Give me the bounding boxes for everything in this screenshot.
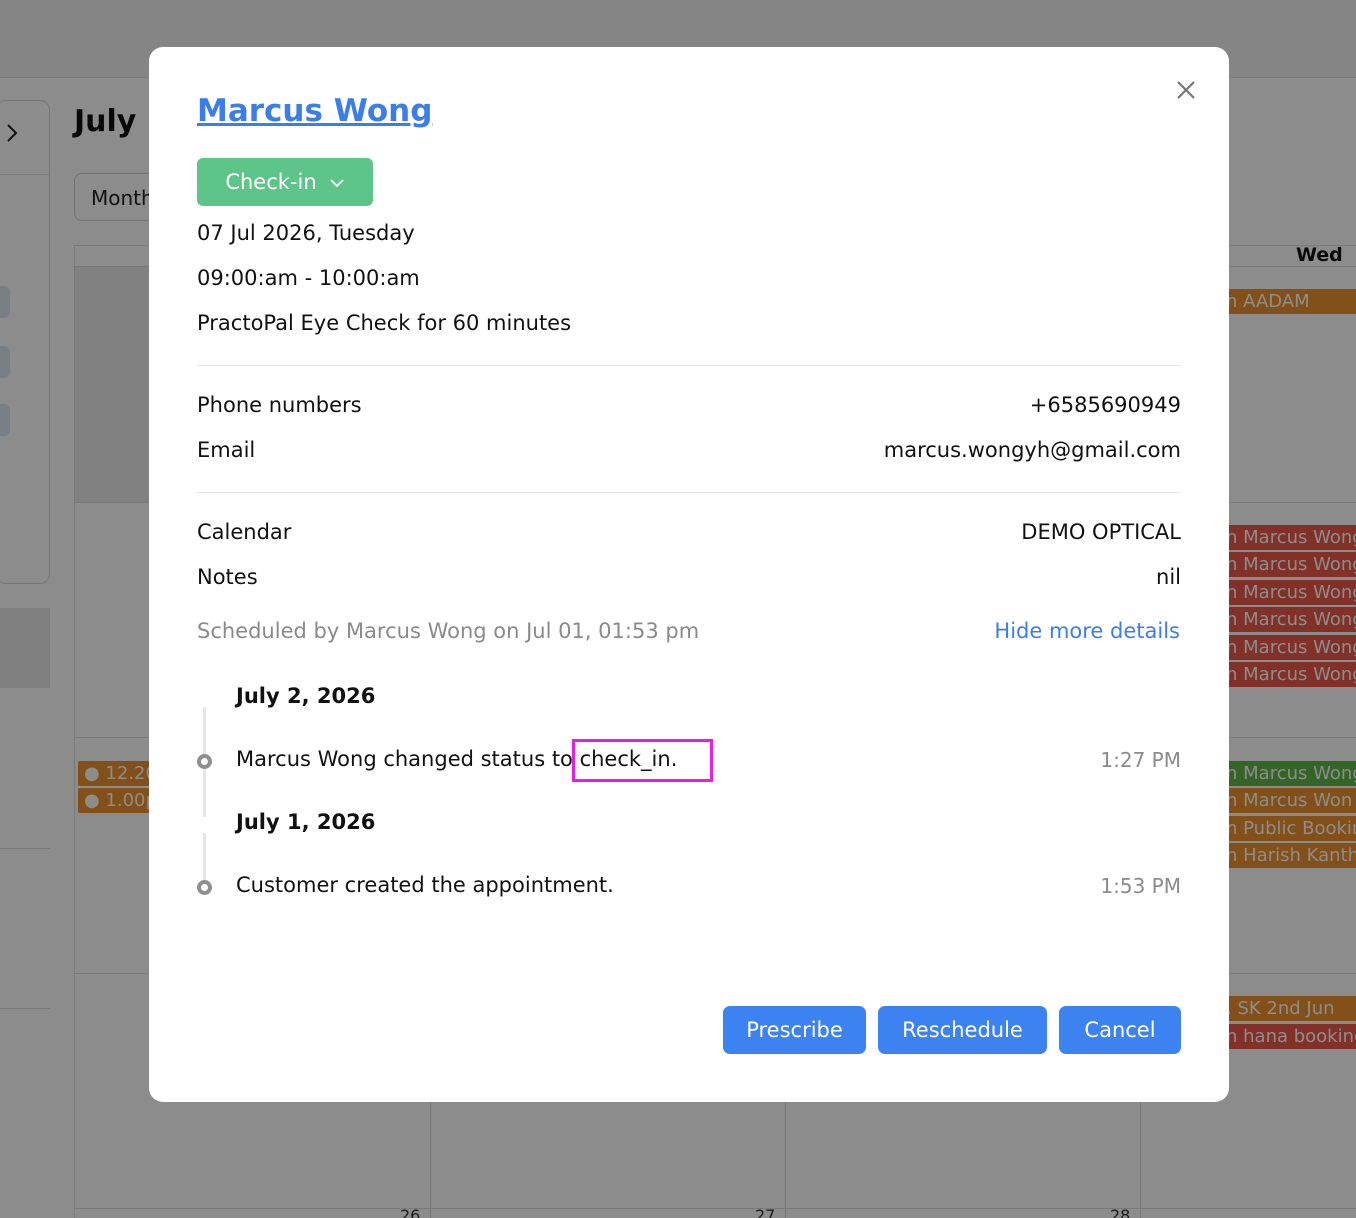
appointment-date: 07 Jul 2026, Tuesday bbox=[197, 221, 415, 245]
scheduled-by-text: Scheduled by Marcus Wong on Jul 01, 01:5… bbox=[197, 619, 700, 643]
calendar-value: DEMO OPTICAL bbox=[1021, 520, 1181, 544]
calendar-label: Calendar bbox=[197, 520, 292, 544]
status-dropdown-button[interactable]: Check-in bbox=[197, 158, 373, 206]
appointment-time: 09:00:am - 10:00:am bbox=[197, 266, 420, 290]
timeline-dot bbox=[197, 754, 212, 769]
timeline-date: July 1, 2026 bbox=[236, 810, 376, 834]
notes-value: nil bbox=[1156, 565, 1181, 589]
section-divider bbox=[197, 492, 1181, 493]
timeline-date: July 2, 2026 bbox=[236, 684, 376, 708]
close-icon[interactable] bbox=[1171, 75, 1201, 105]
phone-value: +6585690949 bbox=[1029, 393, 1181, 417]
notes-label: Notes bbox=[197, 565, 258, 589]
cancel-button[interactable]: Cancel bbox=[1059, 1006, 1181, 1054]
timeline-line bbox=[203, 833, 206, 885]
phone-label: Phone numbers bbox=[197, 393, 362, 417]
timeline-entry-time: 1:27 PM bbox=[1100, 748, 1181, 772]
prescribe-button[interactable]: Prescribe bbox=[723, 1006, 866, 1054]
timeline-entry-text: Customer created the appointment. bbox=[236, 873, 614, 897]
reschedule-button[interactable]: Reschedule bbox=[878, 1006, 1047, 1054]
email-value: marcus.wongyh@gmail.com bbox=[883, 438, 1181, 462]
section-divider bbox=[197, 365, 1181, 366]
appointment-details-modal: Marcus Wong Check-in 07 Jul 2026, Tuesda… bbox=[149, 47, 1229, 1102]
email-label: Email bbox=[197, 438, 256, 462]
appointment-service: PractoPal Eye Check for 60 minutes bbox=[197, 311, 572, 335]
highlight-box bbox=[572, 739, 713, 782]
status-label: Check-in bbox=[225, 170, 317, 194]
timeline-entry-time: 1:53 PM bbox=[1100, 874, 1181, 898]
chevron-down-icon bbox=[329, 170, 345, 194]
patient-name-link[interactable]: Marcus Wong bbox=[197, 93, 432, 129]
timeline-dot bbox=[197, 880, 212, 895]
hide-more-details-link[interactable]: Hide more details bbox=[994, 619, 1180, 643]
